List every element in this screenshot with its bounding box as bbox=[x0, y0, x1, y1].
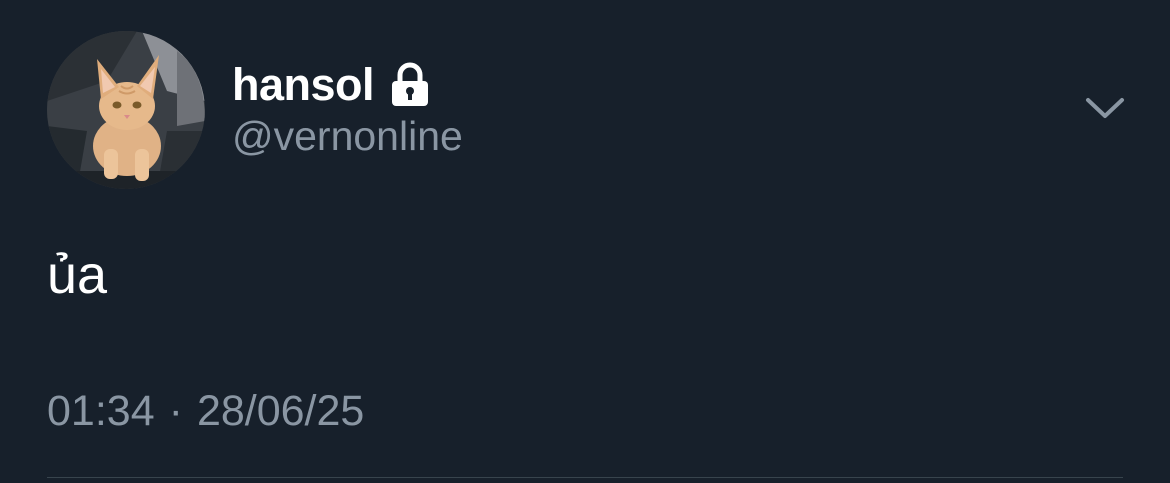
handle[interactable]: @vernonline bbox=[232, 113, 463, 159]
meta-separator: · bbox=[168, 387, 183, 435]
tweet: hansol @vernonline ủa 01:34 · 28/06/25 bbox=[0, 0, 1170, 483]
tweet-date: 28/06/25 bbox=[196, 387, 365, 435]
divider bbox=[47, 477, 1123, 478]
avatar[interactable] bbox=[47, 31, 205, 189]
tweet-text: ủa bbox=[47, 245, 108, 305]
kitten-avatar-icon bbox=[47, 31, 205, 189]
lock-icon bbox=[388, 62, 432, 108]
display-name[interactable]: hansol bbox=[232, 62, 375, 107]
author-name-row: hansol bbox=[232, 56, 432, 112]
tweet-timestamp[interactable]: 01:34 · 28/06/25 bbox=[47, 387, 365, 435]
tweet-time: 01:34 bbox=[47, 387, 155, 435]
chevron-down-icon[interactable] bbox=[1084, 92, 1126, 122]
